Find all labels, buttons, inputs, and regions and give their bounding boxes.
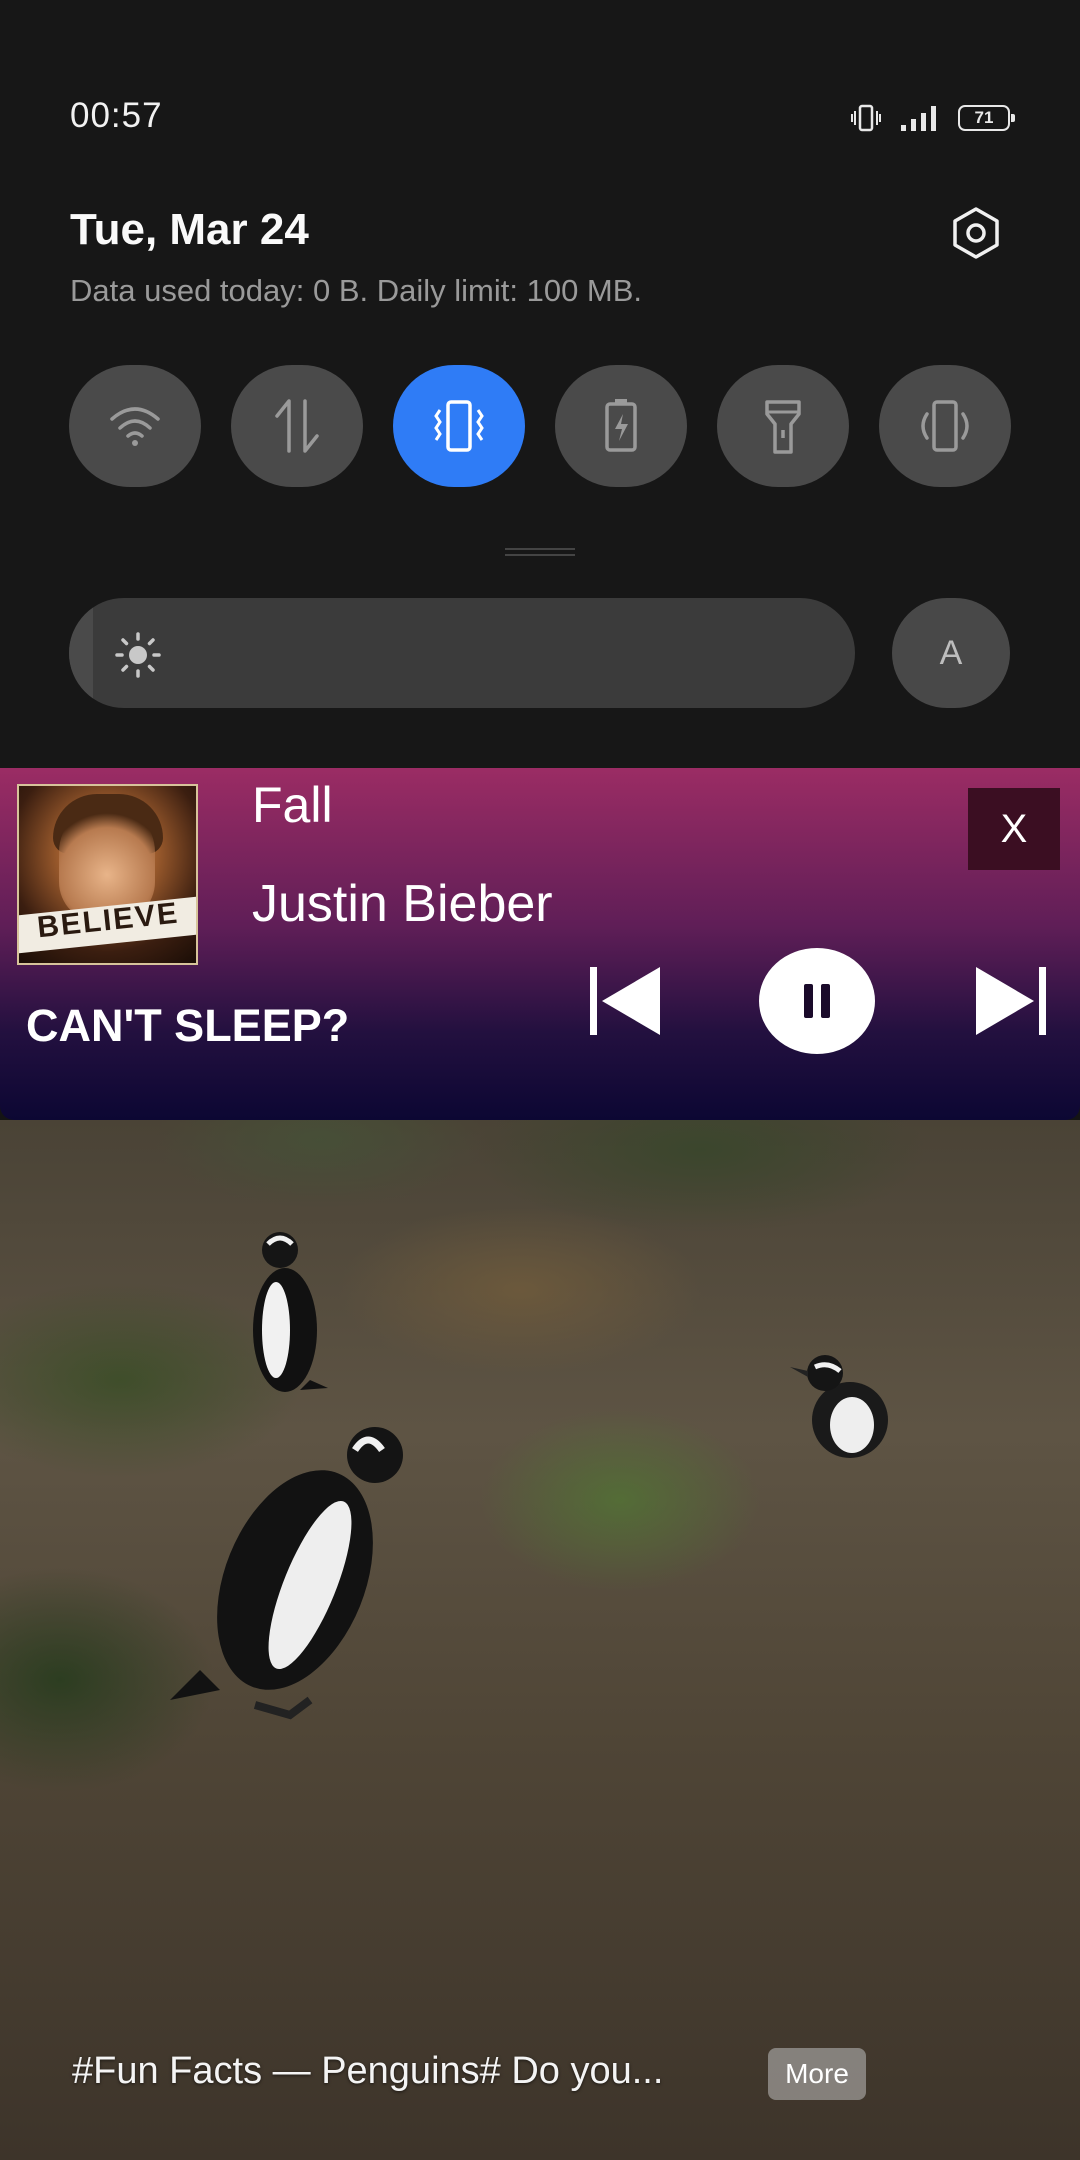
quick-settings-tiles (69, 365, 1011, 487)
media-player-notification[interactable]: BELIEVE Fall Justin Bieber X CAN'T SLEEP… (0, 768, 1080, 1120)
notification-shade: 00:57 71 Tue, Mar 24 Data used today: 0 … (0, 0, 1080, 768)
pause-button[interactable] (759, 948, 875, 1054)
vibrate-icon (851, 104, 881, 132)
penguin-illustration (790, 1355, 888, 1458)
pause-icon (804, 984, 830, 1018)
settings-gear-icon[interactable] (950, 207, 1002, 259)
brightness-slider[interactable] (69, 598, 855, 708)
auto-brightness-button[interactable]: A (892, 598, 1010, 708)
mobile-data-icon (275, 399, 319, 453)
shade-drag-handle[interactable] (505, 548, 575, 556)
battery-icon: 71 (958, 105, 1015, 131)
song-title: Fall (252, 777, 333, 833)
tile-auto-rotate[interactable] (879, 365, 1011, 487)
date-label: Tue, Mar 24 (70, 205, 309, 254)
previous-track-button[interactable] (588, 963, 664, 1039)
more-button[interactable]: More (768, 2048, 866, 2100)
tile-vibrate[interactable] (393, 365, 525, 487)
status-time: 00:57 (70, 96, 163, 135)
fun-fact-text[interactable]: #Fun Facts — Penguins# Do you... (72, 2050, 663, 2093)
signal-icon (901, 106, 936, 131)
album-art: BELIEVE (17, 784, 198, 965)
flashlight-icon (765, 400, 801, 454)
penguin-illustration (253, 1232, 328, 1392)
wifi-icon (110, 407, 160, 446)
brightness-sun-icon (115, 632, 161, 678)
tile-mobile-data[interactable] (231, 365, 363, 487)
status-icons: 71 (850, 100, 1015, 136)
data-usage-label[interactable]: Data used today: 0 B. Daily limit: 100 M… (70, 273, 642, 309)
tile-battery-saver[interactable] (555, 365, 687, 487)
battery-saver-icon (605, 399, 637, 452)
close-player-button[interactable]: X (968, 788, 1060, 870)
auto-rotate-icon (921, 400, 969, 452)
vibrate-icon (434, 400, 484, 452)
promo-text[interactable]: CAN'T SLEEP? (26, 1000, 349, 1052)
next-track-button[interactable] (972, 963, 1048, 1039)
tile-wifi[interactable] (69, 365, 201, 487)
brightness-fill (69, 598, 93, 708)
song-artist: Justin Bieber (252, 875, 553, 933)
tile-flashlight[interactable] (717, 365, 849, 487)
penguin-illustration (170, 1427, 403, 1720)
lockscreen-wallpaper (0, 1120, 1080, 2160)
